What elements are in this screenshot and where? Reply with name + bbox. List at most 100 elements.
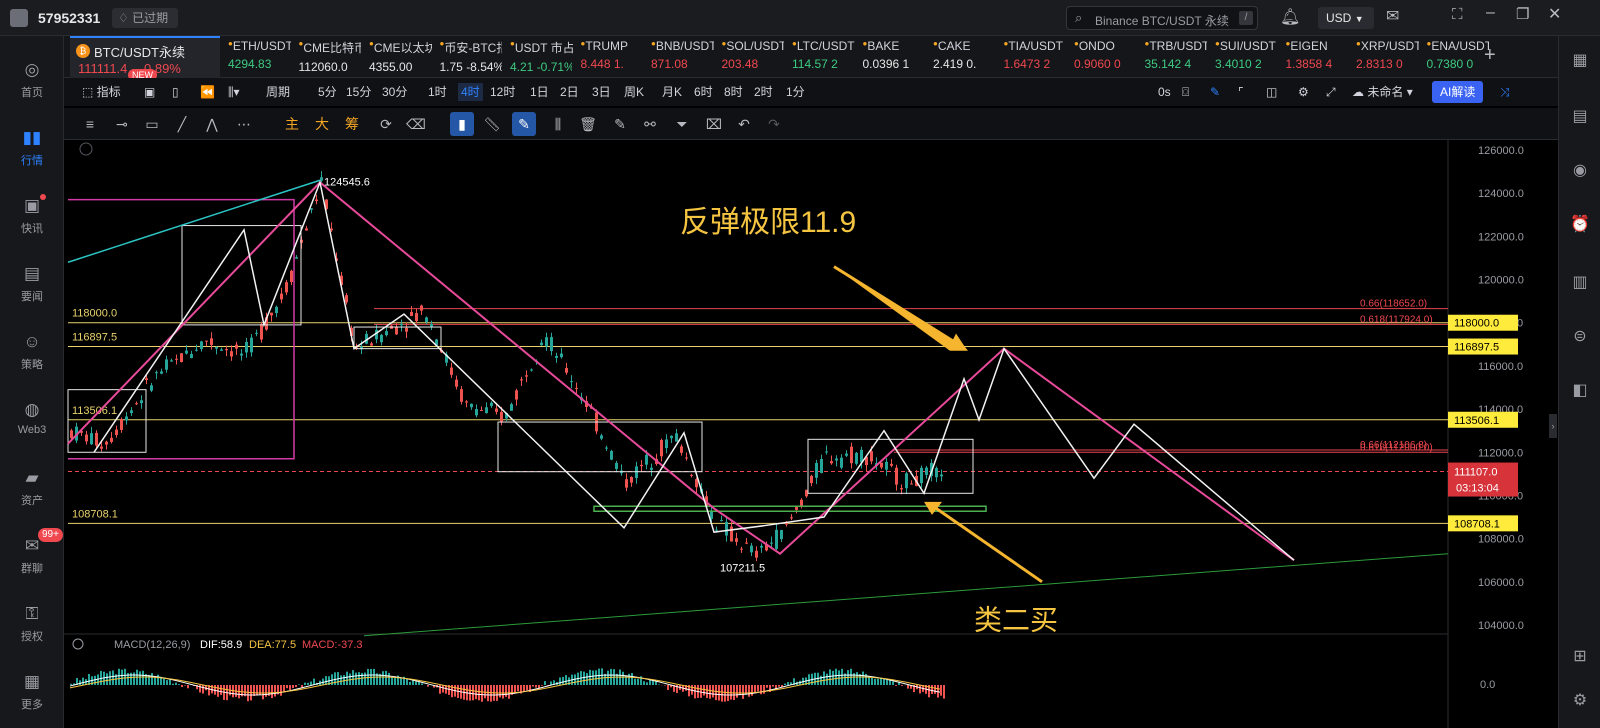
grid-layout-icon[interactable]: ⊞ [1569,646,1591,668]
minimize-icon[interactable]: – [1486,4,1495,22]
add-tab-icon[interactable]: + [1484,44,1496,67]
ticker-item[interactable]: ● ONDO 0.9060 0 [1074,36,1137,78]
expand-icon[interactable]: ⤢ [1326,83,1336,101]
ticker-item[interactable]: ● ETH/USDT 4294.83 [228,36,291,78]
ticker-item[interactable]: ● TRB/USDT 35.142 4 [1145,36,1208,78]
panel-toggle-icon[interactable]: › [1549,414,1557,438]
ticker-item[interactable]: ● USDT 市占率 4.21 -0.71% [510,36,573,78]
ticker-item[interactable]: ● 币安-BTC指数 1.75 -8.54% [440,36,503,78]
crop-icon[interactable]: ⌜ [1238,83,1244,101]
sync-icon[interactable]: ⟳ [374,112,398,136]
nav-item-3[interactable]: ▤ 要闻 [0,254,64,314]
indicators-button[interactable]: ⬚ 指标 [82,83,121,101]
trades-icon[interactable]: ◉ [1569,160,1591,182]
trendline-icon[interactable]: ╱ [170,112,194,136]
draw-label-main[interactable]: 主 [280,112,304,136]
nav-item-5[interactable]: ◍ Web3 [0,390,64,450]
wave-icon[interactable]: ⋀ [200,112,224,136]
candle-icon[interactable]: ⫼ [546,112,570,136]
candle-type-icon[interactable]: ⫼▾ [228,83,240,101]
alert-icon[interactable]: ⏰ [1569,214,1591,236]
ticker-item[interactable]: ● BNB/USDT 871.08 [651,36,714,78]
chart-area[interactable]: 126000.0 124000.0 122000.0 120000.0 118000.0… [64,140,1558,728]
search-box[interactable]: ⌕ Binance BTC/USDT 永续 / [1066,6,1258,30]
watchlist-icon[interactable]: ▦ [1569,50,1591,72]
expired-badge[interactable]: ♢ 已过期 [112,8,178,28]
timeframe-option[interactable]: 月K [662,83,682,101]
eraser-icon[interactable]: ⌫ [404,112,428,136]
filter-icon[interactable]: ⏷ [670,112,694,136]
nav-item-1[interactable]: ▮▮ 行情 [0,118,64,178]
ticker-item[interactable]: ● XRP/USDT 2.8313 0 [1356,36,1419,78]
note-icon[interactable]: ✎ [608,112,632,136]
nav-item-6[interactable]: ▰ 资产 [0,458,64,518]
ticker-item[interactable]: ● TIA/USDT 1.6473 2 [1004,36,1067,78]
ticker-item[interactable]: ● TRUMP 8.448 1. [581,36,644,78]
timeframe-option[interactable]: 1日 [530,83,549,101]
layout-icon[interactable]: ▯ [172,83,179,101]
camera-icon[interactable]: ⌼ [1182,83,1189,101]
fullscreen-icon[interactable]: ⛶ [1452,6,1463,23]
rectangle-icon[interactable]: ▭ [140,112,164,136]
delete-icon[interactable]: 🗑︎ [576,112,600,136]
menu-icon[interactable]: ≡ [78,112,102,136]
pencil-icon[interactable]: ✎ [512,112,536,136]
calendar-icon[interactable]: ▣ [144,83,155,101]
draw-label-chip[interactable]: 筹 [340,112,364,136]
nav-item-2[interactable]: ▣ 快讯 [0,186,64,246]
price-chart[interactable]: 126000.0 124000.0 122000.0 120000.0 118000.0… [64,140,1558,728]
ai-button[interactable]: AI解读 [1432,81,1484,103]
timeframe-option[interactable]: 1时 [428,83,447,101]
timeframe-option[interactable]: 2日 [560,83,579,101]
restore-icon[interactable]: ❐ [1516,5,1529,23]
draw-label-big[interactable]: 大 [310,112,334,136]
shape-icon[interactable]: ◫ [1266,83,1277,101]
timeframe-option[interactable]: 12时 [490,83,515,101]
share-icon[interactable]: ⤨ [1500,83,1510,101]
trash-icon[interactable]: ⌧ [702,112,726,136]
rewind-icon[interactable]: ⏪ [200,83,215,101]
nav-item-7[interactable]: ✉ 群聊 99+ [0,526,64,586]
nav-item-0[interactable]: ◎ 首页 [0,50,64,110]
timeframe-option[interactable]: 1分 [786,83,805,101]
info-icon[interactable]: ⊜ [1569,326,1591,348]
nav-item-9[interactable]: ▦ 更多 [0,662,64,722]
order-book-icon[interactable]: ▤ [1569,106,1591,128]
nav-item-8[interactable]: ⚿ 授权 [0,594,64,654]
close-icon[interactable]: ✕ [1548,4,1561,24]
ruler-icon[interactable]: 📏︎ [480,112,504,136]
settings-panel-icon[interactable]: ⚙ [1569,690,1591,712]
horizontal-line-icon[interactable]: ⊸ [110,112,134,136]
ticker-item[interactable]: ● EIGEN 1.3858 4 [1286,36,1349,78]
ticker-item[interactable]: ● LTC/USDT 114.57 2 [792,36,855,78]
calc-icon[interactable]: ▥ [1569,272,1591,294]
ticker-item[interactable]: ● SOL/USDT 203.48 [722,36,785,78]
currency-select[interactable]: USD ▼ [1318,7,1374,29]
position-icon[interactable]: ◧ [1569,380,1591,402]
ticker-item[interactable]: ● CME比特币 112060.0 [299,36,362,78]
avatar[interactable] [10,9,28,27]
ticker-item[interactable]: ● CAKE 2.419 0. [933,36,996,78]
more-tools-icon[interactable]: ⋯ [232,112,256,136]
layout-name[interactable]: ☁ 未命名 ▾ [1352,83,1413,101]
undo-icon[interactable]: ↶ [732,112,756,136]
message-icon[interactable]: ✉ [1386,6,1399,26]
ticker-item[interactable]: ● BAKE 0.0396 1 [863,36,926,78]
bell-icon[interactable]: 🔔︎ [1280,7,1300,27]
ticker-item[interactable]: ● SUI/USDT 3.4010 2 [1215,36,1278,78]
timeframe-option[interactable]: 6时 [694,83,713,101]
timeframe-option[interactable]: 周K [624,83,644,101]
period-select[interactable]: 周期 [266,83,290,101]
search-input[interactable]: Binance BTC/USDT 永续 [1095,12,1229,29]
ticker-item[interactable]: ● CME以太坊 4355.00 [369,36,432,78]
settings-icon[interactable]: ⚙ [1298,83,1309,101]
timeframe-option[interactable]: 8时 [724,83,743,101]
timeframe-option[interactable]: 5分 [318,83,337,101]
timeframe-option[interactable]: 2时 [754,83,773,101]
timeframe-option[interactable]: 3日 [592,83,611,101]
timeframe-option[interactable]: 30分 [382,83,407,101]
pen-icon[interactable]: ✎ [1210,83,1220,101]
redo-icon[interactable]: ↷ [762,112,786,136]
seconds-label[interactable]: 0s [1158,83,1171,101]
main-ticker-tab[interactable]: ₿ BTC/USDT永续 111111.4 0.89% NEW [70,36,220,81]
